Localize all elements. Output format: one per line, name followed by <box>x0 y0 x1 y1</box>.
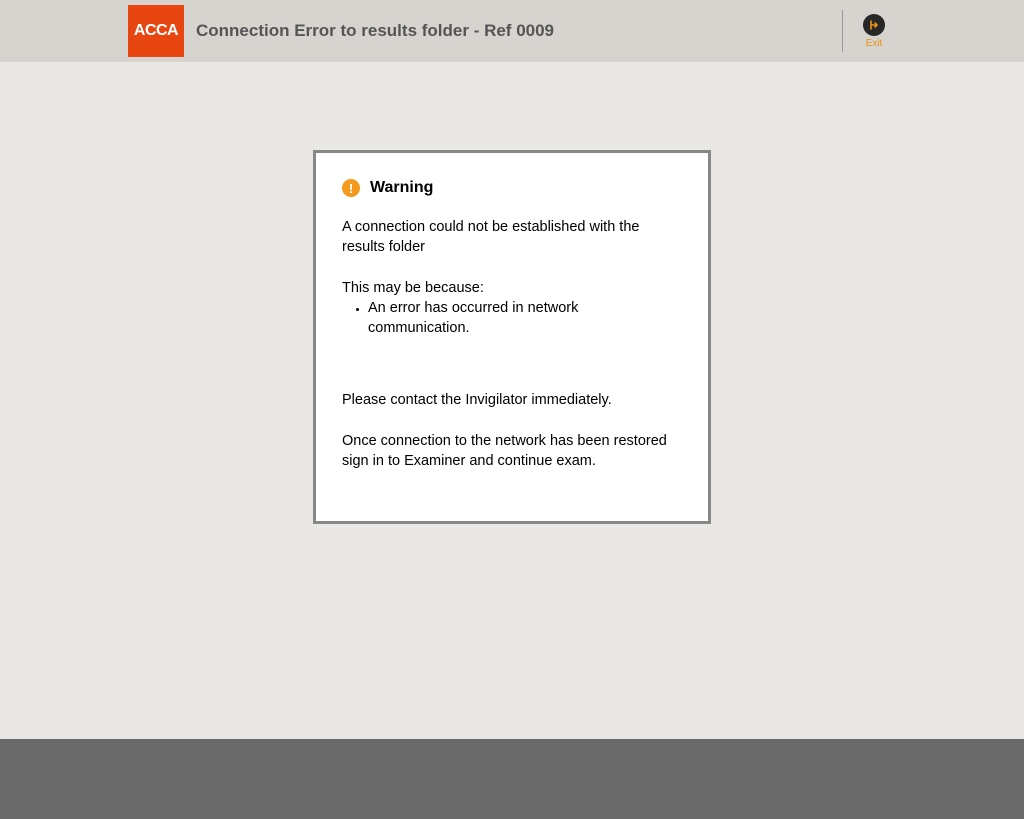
logo-text: ACCA <box>134 22 178 40</box>
warning-icon: ! <box>342 179 360 197</box>
header-bar: ACCA Connection Error to results folder … <box>0 0 1024 62</box>
dialog-paragraph-2: This may be because: <box>342 278 682 298</box>
exit-label: Exit <box>866 38 883 49</box>
dialog-paragraph-1: A connection could not be established wi… <box>342 217 682 258</box>
dialog-reason-list: An error has occurred in network communi… <box>368 298 682 339</box>
main-content: ! Warning A connection could not be esta… <box>0 62 1024 524</box>
exit-arrow-icon <box>868 19 880 31</box>
dialog-title: Warning <box>370 179 433 197</box>
page-title: Connection Error to results folder - Ref… <box>196 21 554 41</box>
warning-dialog: ! Warning A connection could not be esta… <box>313 150 711 524</box>
dialog-header: ! Warning <box>342 179 682 197</box>
dialog-paragraph-4: Once connection to the network has been … <box>342 431 682 472</box>
dialog-reason-item: An error has occurred in network communi… <box>368 298 682 339</box>
exit-icon <box>863 14 885 36</box>
header-right: Exit <box>842 0 1008 62</box>
acca-logo: ACCA <box>128 5 184 57</box>
dialog-paragraph-3: Please contact the Invigilator immediate… <box>342 390 682 410</box>
header-divider <box>842 10 843 52</box>
exit-button[interactable]: Exit <box>855 10 893 53</box>
footer-bar <box>0 739 1024 819</box>
